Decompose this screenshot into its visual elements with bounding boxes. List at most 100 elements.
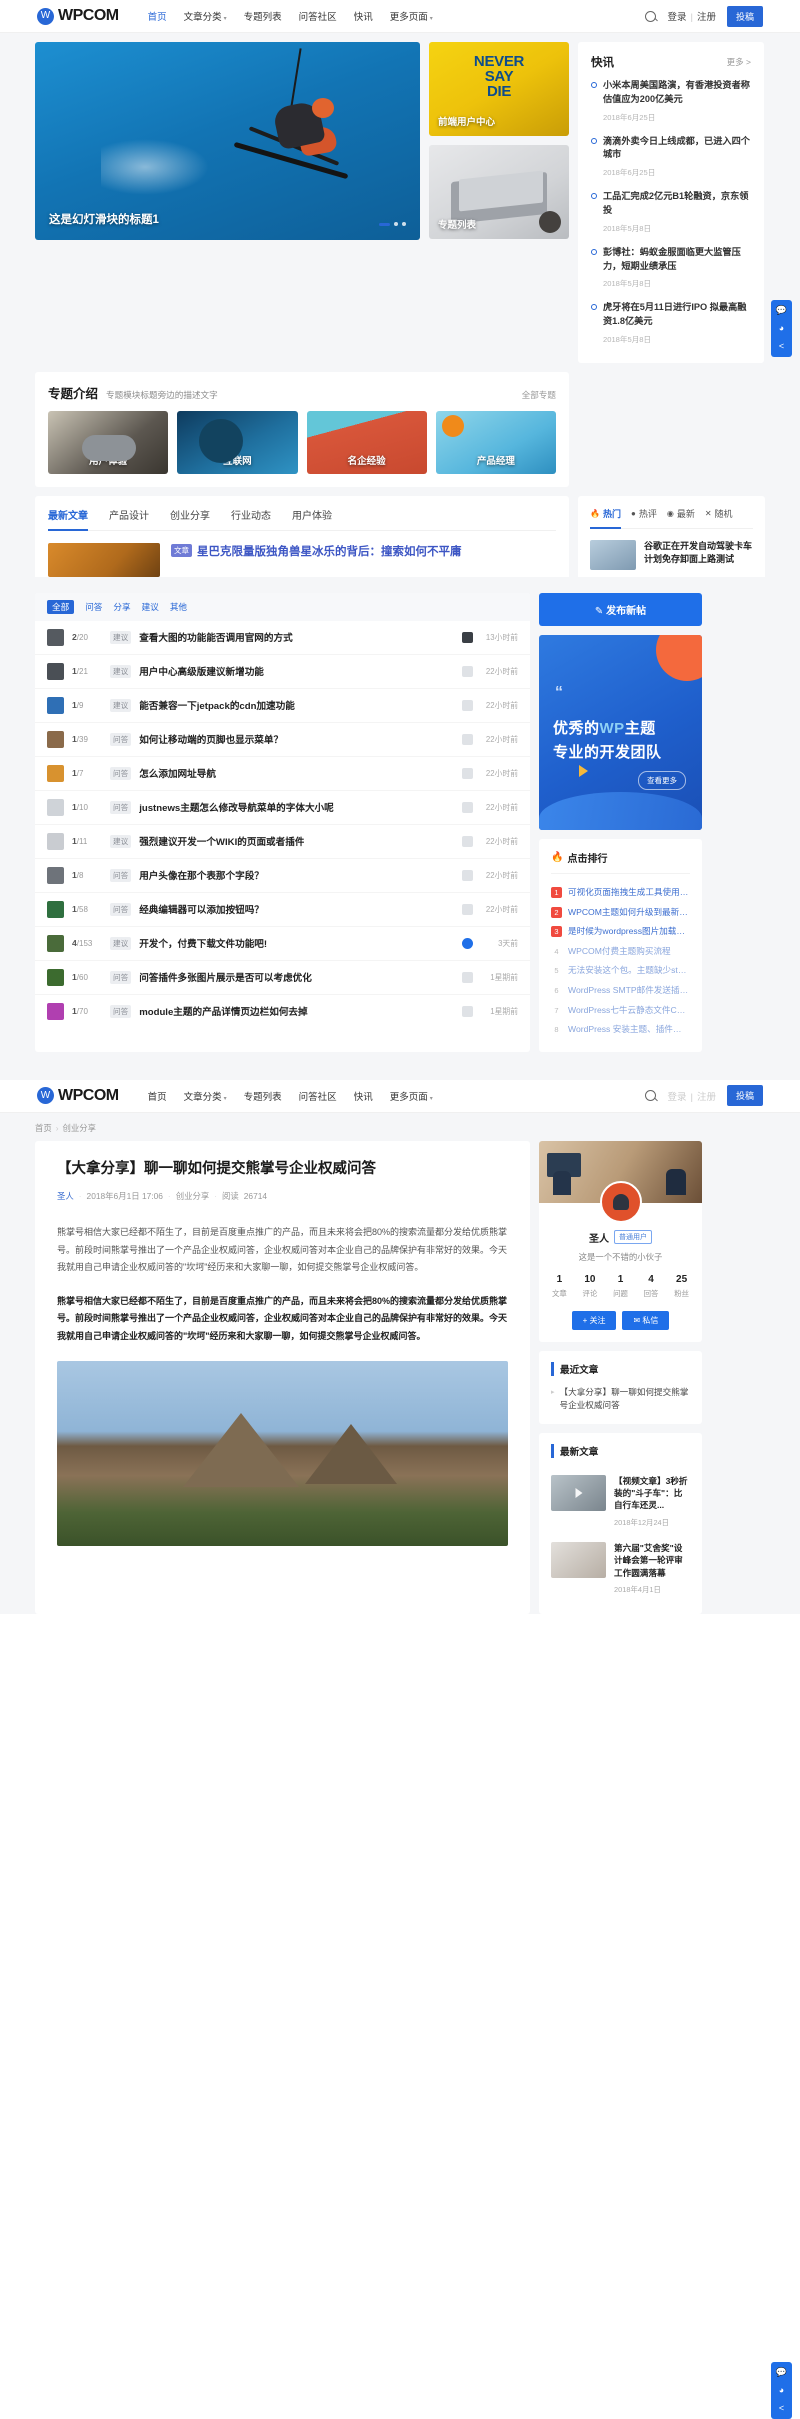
topic-item[interactable]: 产品经理 [436, 411, 556, 474]
news-item[interactable]: 彭博社：蚂蚁金服面临更大监管压力，短期业绩承压2018年5月8日 [591, 246, 751, 302]
site-logo[interactable]: W WPCOM [37, 1087, 119, 1105]
list-item[interactable]: 第六届"艾舍奖"设计峰会第一轮评审工作圆满落幕2018年4月1日 [551, 1535, 690, 1602]
nav-item-categories[interactable]: 文章分类▾ [184, 1089, 227, 1103]
submit-button[interactable]: 投稿 [727, 6, 763, 27]
register-link[interactable]: 注册 [697, 1092, 716, 1103]
list-item[interactable]: 4WPCOM付费主题购买流程 [551, 942, 690, 962]
share-icon[interactable]: < [779, 342, 784, 351]
article-title[interactable]: 星巴克限量版独角兽星冰乐的背后：撞索如何不平庸 [197, 543, 462, 559]
sidebar-ad-banner[interactable]: “ 优秀的WP主题 专业的开发团队 查看更多 [539, 635, 702, 830]
filter-all[interactable]: 全部 [47, 600, 74, 614]
news-item[interactable]: 小米本周美国路演，有香港投资者称估值应为200亿美元2018年6月25日 [591, 79, 751, 135]
search-icon[interactable] [645, 1090, 656, 1101]
topic-item[interactable]: 互联网 [177, 411, 297, 474]
article-list-item[interactable]: 文章 星巴克限量版独角兽星冰乐的背后：撞索如何不平庸 [48, 531, 556, 577]
topic-item[interactable]: 用户体验 [48, 411, 168, 474]
nav-item-qa[interactable]: 问答社区 [299, 1089, 337, 1103]
news-item[interactable]: 滴滴外卖今日上线成都，已进入四个城市2018年6月25日 [591, 135, 751, 191]
thread-title[interactable]: 查看大图的功能能否调用官网的方式 [139, 630, 293, 644]
message-button[interactable]: ✉ 私信 [622, 1311, 669, 1330]
rank-tab-hot[interactable]: 🔥热门 [590, 507, 621, 528]
thread-title[interactable]: 问答插件多张图片展示是否可以考虑优化 [139, 970, 312, 984]
rank-title[interactable]: 无法安装这个包。主题缺少style.c... [568, 965, 690, 977]
promo-card-topic-list[interactable]: 专题列表 [429, 145, 569, 239]
list-item[interactable]: 1可视化页面拖拽生成工具使用教程 [551, 883, 690, 903]
thread-title[interactable]: 用户头像在那个表那个字段？ [139, 868, 264, 882]
nav-item-news[interactable]: 快讯 [354, 9, 373, 23]
table-row[interactable]: 1/10问答justnews主题怎么修改导航菜单的字体大小呢22小时前 [35, 791, 530, 825]
nav-item-categories[interactable]: 文章分类▾ [184, 9, 227, 23]
thread-title[interactable]: 能否兼容一下jetpack的cdn加速功能 [139, 698, 295, 712]
rank-item-title[interactable]: 谷歌正在开发自动驾驶卡车 计划免存卸面上路测试 [644, 540, 753, 570]
nav-item-topics[interactable]: 专题列表 [244, 9, 282, 23]
thread-title[interactable]: 怎么添加网址导航 [139, 766, 216, 780]
register-link[interactable]: 注册 [697, 12, 716, 23]
comment-icon[interactable]: 💬 [776, 2368, 787, 2377]
table-row[interactable]: 1/8问答用户头像在那个表那个字段？22小时前 [35, 859, 530, 893]
tab-industry-news[interactable]: 行业动态 [231, 507, 271, 530]
list-item[interactable]: 5无法安装这个包。主题缺少style.c... [551, 961, 690, 981]
list-item[interactable]: 6WordPress SMTP邮件发送插件：... [551, 981, 690, 1001]
rank-tab-comments[interactable]: ●热评 [631, 507, 657, 528]
nav-item-topics[interactable]: 专题列表 [244, 1089, 282, 1103]
rank-title[interactable]: WPCOM主题如何升级到最新版 主... [568, 907, 690, 919]
rank-title[interactable]: WordPress 安装主题、插件、更新... [568, 1024, 690, 1036]
comment-icon[interactable]: 💬 [776, 306, 787, 315]
wechat-icon[interactable]: ◕ [779, 2386, 784, 2395]
list-item[interactable]: 7WordPress七牛云静态文件CDN加... [551, 1001, 690, 1021]
nav-item-home[interactable]: 首页 [148, 9, 167, 23]
login-link[interactable]: 登录 [667, 12, 686, 23]
table-row[interactable]: 1/11建议强烈建议开发一个WIKI的页面或者插件22小时前 [35, 825, 530, 859]
table-row[interactable]: 1/9建议能否兼容一下jetpack的cdn加速功能22小时前 [35, 689, 530, 723]
table-row[interactable]: 1/58问答经典编辑器可以添加按钮吗？22小时前 [35, 893, 530, 927]
thread-title[interactable]: 用户中心高级版建议新增功能 [139, 664, 264, 678]
nav-item-more[interactable]: 更多页面▾ [390, 1089, 433, 1103]
rank-tab-random[interactable]: ✕随机 [705, 507, 733, 528]
post-title[interactable]: 【视频文章】3秒折装的"斗子车"：比自行车还灵... [614, 1475, 690, 1512]
table-row[interactable]: 1/39问答如何让移动端的页脚也显示菜单？22小时前 [35, 723, 530, 757]
table-row[interactable]: 1/60问答问答插件多张图片展示是否可以考虑优化1星期前 [35, 961, 530, 995]
rank-title[interactable]: WordPress SMTP邮件发送插件：... [568, 985, 690, 997]
breadcrumb-home[interactable]: 首页 [35, 1123, 52, 1133]
filter-suggestion[interactable]: 建议 [142, 601, 159, 613]
tab-product-design[interactable]: 产品设计 [109, 507, 149, 530]
rank-title[interactable]: 可视化页面拖拽生成工具使用教程 [568, 887, 690, 899]
thread-title[interactable]: justnews主题怎么修改导航菜单的字体大小呢 [139, 800, 334, 814]
nav-item-qa[interactable]: 问答社区 [299, 9, 337, 23]
nav-item-more[interactable]: 更多页面▾ [390, 9, 433, 23]
slider-dot-3[interactable] [402, 222, 406, 226]
slider-dot-2[interactable] [394, 222, 398, 226]
share-icon[interactable]: < [779, 2404, 784, 2413]
news-item[interactable]: 工品汇完成2亿元B1轮融资，京东领投2018年5月8日 [591, 190, 751, 246]
follow-button[interactable]: + 关注 [572, 1311, 617, 1330]
table-row[interactable]: 1/70问答module主题的产品详情页边栏如何去掉1星期前 [35, 995, 530, 1028]
tab-startup-share[interactable]: 创业分享 [170, 507, 210, 530]
submit-button[interactable]: 投稿 [727, 1085, 763, 1106]
slider-dot-1[interactable] [379, 223, 390, 226]
rank-list-item[interactable]: 谷歌正在开发自动驾驶卡车 计划免存卸面上路测试 [590, 529, 753, 570]
list-item[interactable]: ▸【大拿分享】聊一聊如何提交熊掌号企业权威问答 [551, 1386, 690, 1412]
news-flash-more-link[interactable]: 更多 > [727, 56, 751, 68]
filter-share[interactable]: 分享 [113, 601, 130, 613]
table-row[interactable]: 1/7问答怎么添加网址导航22小时前 [35, 757, 530, 791]
rank-title[interactable]: WordPress七牛云静态文件CDN加... [568, 1005, 690, 1017]
thread-title[interactable]: 如何让移动端的页脚也显示菜单？ [139, 732, 283, 746]
article-category[interactable]: 创业分享 [176, 1190, 210, 1202]
site-logo[interactable]: W WPCOM [37, 7, 119, 25]
post-title[interactable]: 第六届"艾舍奖"设计峰会第一轮评审工作圆满落幕 [614, 1542, 690, 1579]
breadcrumb-category[interactable]: 创业分享 [63, 1123, 97, 1133]
recent-article-title[interactable]: 【大拿分享】聊一聊如何提交熊掌号企业权威问答 [560, 1386, 690, 1412]
topics-all-link[interactable]: 全部专题 [522, 389, 556, 401]
hero-slider[interactable]: 这是幻灯滑块的标题1 [35, 42, 420, 240]
rank-title[interactable]: WPCOM付费主题购买流程 [568, 946, 671, 958]
wechat-icon[interactable]: ◕ [779, 324, 784, 333]
filter-qa[interactable]: 问答 [85, 601, 102, 613]
list-item[interactable]: 【视频文章】3秒折装的"斗子车"：比自行车还灵...2018年12月24日 [551, 1468, 690, 1535]
nav-item-news[interactable]: 快讯 [354, 1089, 373, 1103]
thread-title[interactable]: 经典编辑器可以添加按钮吗？ [139, 902, 264, 916]
list-item[interactable]: 8WordPress 安装主题、插件、更新... [551, 1020, 690, 1040]
table-row[interactable]: 4/153建议开发个，付费下载文件功能吧!3天前 [35, 927, 530, 961]
login-link[interactable]: 登录 [667, 1092, 686, 1103]
search-icon[interactable] [645, 11, 656, 22]
list-item[interactable]: 2WPCOM主题如何升级到最新版 主... [551, 903, 690, 923]
